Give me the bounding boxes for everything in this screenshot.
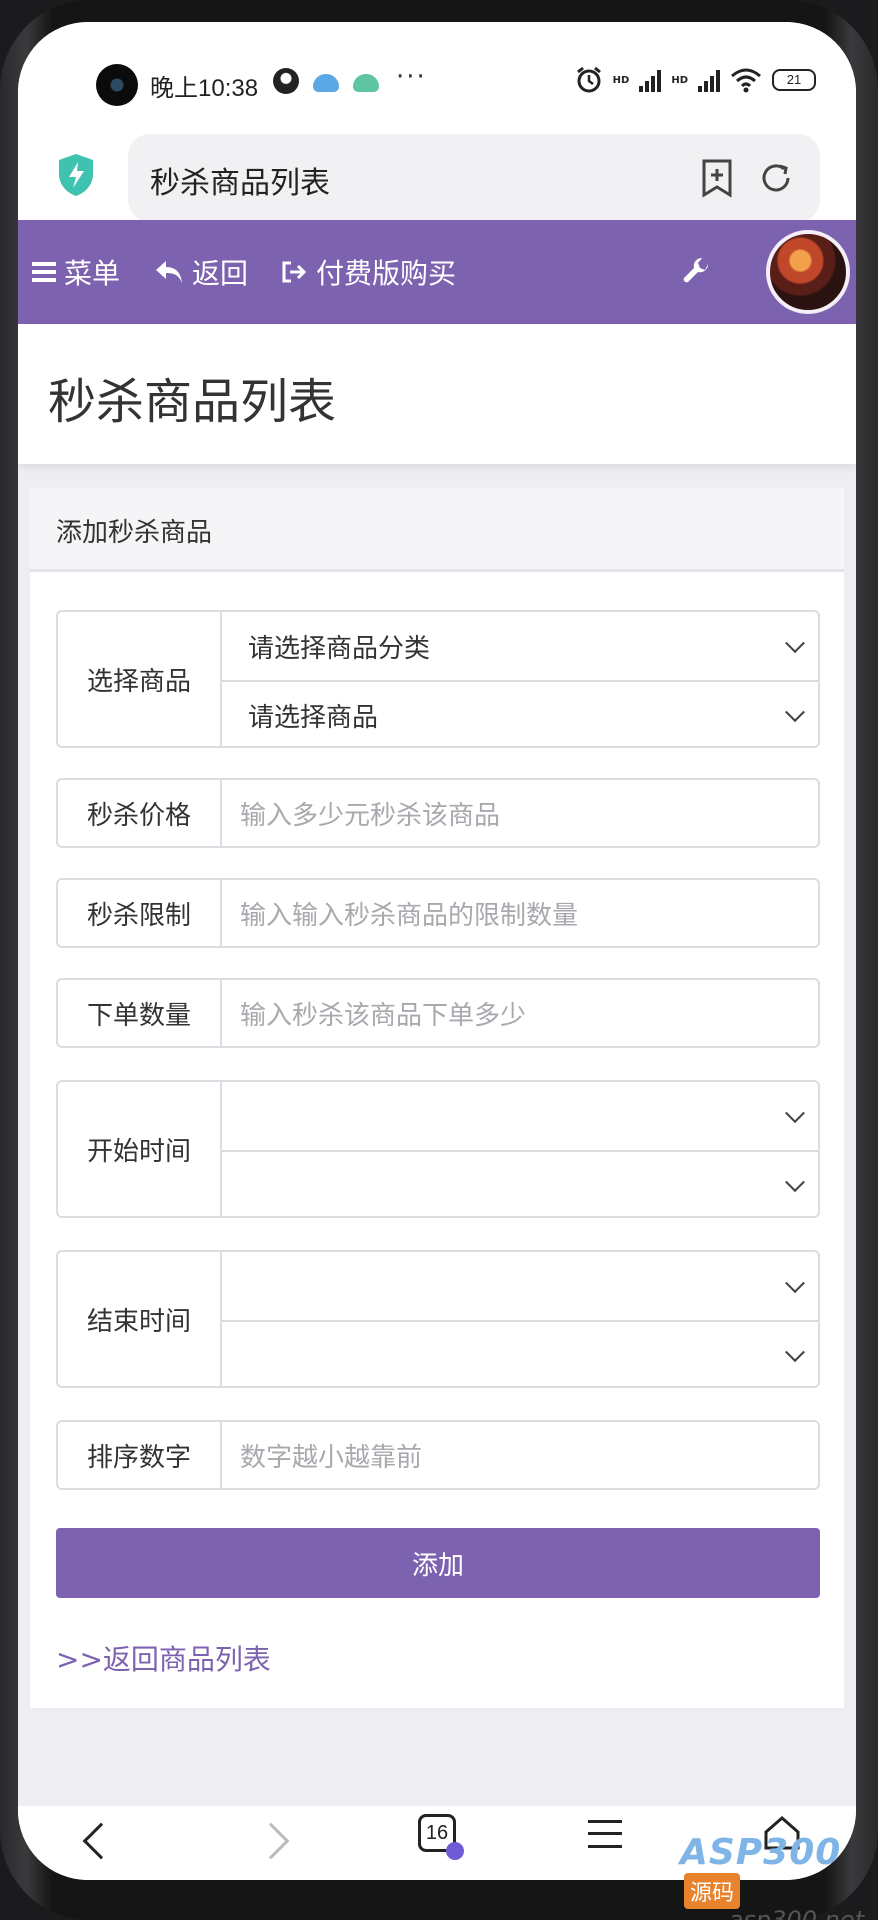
end-date-select[interactable]: [222, 1252, 818, 1320]
sort-row: 排序数字 数字越小越靠前: [56, 1420, 820, 1490]
start-time-row: 开始时间: [56, 1080, 820, 1218]
battery-icon: 21: [772, 69, 816, 91]
more-notifications-icon: ···: [396, 62, 427, 92]
bookmark-add-icon[interactable]: [698, 158, 736, 198]
quantity-row: 下单数量 输入秒杀该商品下单多少: [56, 978, 820, 1048]
category-select-value: 请选择商品分类: [248, 633, 431, 664]
sort-input[interactable]: 数字越小越靠前: [222, 1422, 818, 1488]
end-time-select[interactable]: [222, 1320, 818, 1388]
price-placeholder: 输入多少元秒杀该商品: [240, 800, 501, 831]
signal-icon: [639, 68, 662, 92]
buy-label: 付费版购买: [316, 257, 457, 290]
category-select[interactable]: 请选择商品分类: [222, 612, 818, 680]
quantity-placeholder: 输入秒杀该商品下单多少: [240, 1000, 527, 1031]
browser-address-bar: 秒杀商品列表: [18, 122, 856, 228]
wifi-icon: [731, 68, 761, 93]
chevron-down-icon: [785, 1172, 805, 1193]
notification-icons: [273, 68, 379, 94]
top-nav-bar: 菜单 返回 付费版购买: [18, 220, 856, 324]
watermark-tag: 源码: [684, 1873, 741, 1909]
sign-out-icon: [282, 261, 307, 283]
refresh-icon[interactable]: [756, 158, 796, 198]
menu-button[interactable]: 菜单: [32, 252, 120, 292]
start-time-label: 开始时间: [58, 1082, 222, 1216]
phone-screen: 晚上10:38 ··· HD HD 21 秒杀商品列表 菜单 返回 付费版购买 …: [18, 22, 856, 1880]
add-flash-sale-panel: 添加秒杀商品 选择商品 请选择商品分类 请选择商品 秒杀价格 输入多少元秒杀该商…: [30, 488, 844, 1708]
shield-bolt-icon[interactable]: [56, 152, 96, 198]
chevron-down-icon: [785, 702, 805, 723]
chevron-down-icon: [785, 633, 805, 654]
product-select[interactable]: 请选择商品: [222, 680, 818, 748]
chevron-down-icon: [785, 1273, 805, 1294]
limit-input[interactable]: 输入输入秒杀商品的限制数量: [222, 880, 818, 946]
price-row: 秒杀价格 输入多少元秒杀该商品: [56, 778, 820, 848]
back-to-list-link[interactable]: >>返回商品列表: [56, 1638, 271, 1678]
price-input[interactable]: 输入多少元秒杀该商品: [222, 780, 818, 846]
back-button[interactable]: 返回: [154, 252, 248, 292]
product-select-row: 选择商品 请选择商品分类 请选择商品: [56, 610, 820, 748]
avatar[interactable]: [766, 230, 850, 314]
quantity-input[interactable]: 输入秒杀该商品下单多少: [222, 980, 818, 1046]
cloud-app-icon: [313, 74, 339, 92]
qq-penguin-icon: [273, 68, 299, 94]
alarm-icon: [576, 66, 601, 93]
page-content: 秒杀商品列表 添加秒杀商品 选择商品 请选择商品分类 请选择商品 秒杀价格 输入…: [18, 324, 856, 1880]
quantity-label: 下单数量: [58, 980, 222, 1046]
panel-title: 添加秒杀商品: [56, 518, 213, 548]
system-status: HD HD 21: [575, 66, 816, 94]
limit-label: 秒杀限制: [58, 880, 222, 946]
hd-label-2: HD: [671, 74, 688, 86]
watermark-logo: ASP300: [680, 1832, 842, 1873]
url-field[interactable]: 秒杀商品列表: [128, 134, 820, 222]
reply-arrow-icon: [156, 261, 182, 283]
watermark: ASP300源码 asp300.net: [680, 1832, 878, 1920]
back-label: 返回: [192, 257, 249, 290]
back-arrow-icon[interactable]: [82, 1822, 120, 1860]
chevron-down-icon: [785, 1342, 805, 1363]
chevron-down-icon: [785, 1103, 805, 1124]
end-time-label: 结束时间: [58, 1252, 222, 1386]
end-time-row: 结束时间: [56, 1250, 820, 1388]
start-time-select[interactable]: [222, 1150, 818, 1218]
signal-icon-2: [698, 68, 720, 92]
panel-header: 添加秒杀商品: [30, 488, 844, 572]
page-title: 秒杀商品列表: [48, 374, 337, 430]
price-label: 秒杀价格: [58, 780, 222, 846]
front-camera: [96, 64, 138, 106]
add-button[interactable]: 添加: [56, 1528, 820, 1598]
forward-arrow-icon[interactable]: [252, 1822, 290, 1860]
menu-lines-icon[interactable]: [588, 1820, 622, 1848]
limit-row: 秒杀限制 输入输入秒杀商品的限制数量: [56, 878, 820, 948]
wrench-icon[interactable]: [680, 256, 712, 288]
status-time: 晚上10:38: [150, 75, 259, 102]
hd-label: HD: [612, 74, 630, 86]
menu-label: 菜单: [64, 257, 121, 290]
tabs-badge: [446, 1842, 464, 1860]
page-header: 秒杀商品列表: [18, 324, 856, 464]
status-bar: 晚上10:38 ··· HD HD 21: [18, 22, 856, 122]
limit-placeholder: 输入输入秒杀商品的限制数量: [240, 900, 579, 931]
start-date-select[interactable]: [222, 1082, 818, 1150]
sort-label: 排序数字: [58, 1422, 222, 1488]
url-title: 秒杀商品列表: [150, 166, 330, 201]
sort-placeholder: 数字越小越靠前: [240, 1442, 423, 1473]
buy-pro-button[interactable]: 付费版购买: [280, 252, 456, 292]
product-label: 选择商品: [58, 612, 222, 746]
phone-frame: 晚上10:38 ··· HD HD 21 秒杀商品列表 菜单 返回 付费版购买 …: [0, 0, 878, 1920]
green-cloud-icon: [353, 74, 379, 92]
product-select-value: 请选择商品: [248, 702, 379, 733]
hamburger-icon: [32, 262, 56, 282]
